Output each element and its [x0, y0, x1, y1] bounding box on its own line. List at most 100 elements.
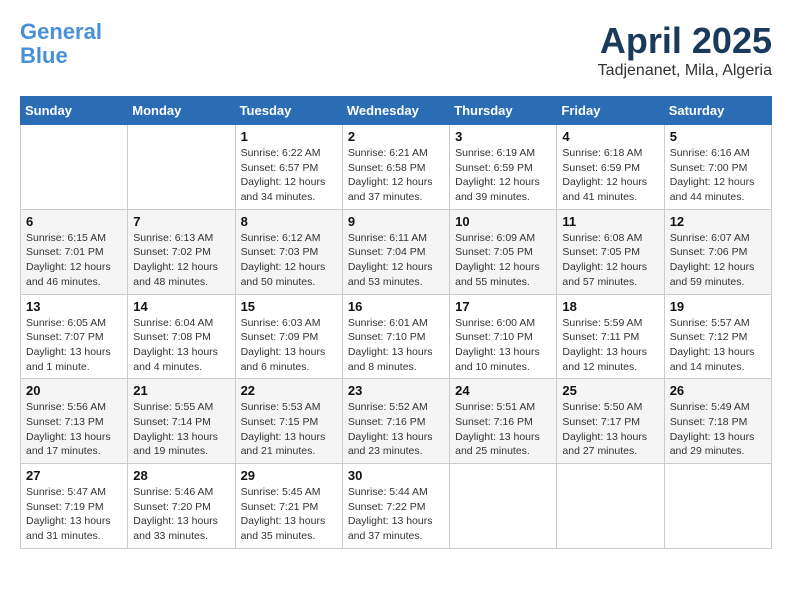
day-detail: Sunrise: 6:18 AMSunset: 6:59 PMDaylight:… — [562, 146, 658, 205]
day-number: 10 — [455, 214, 551, 229]
day-number: 18 — [562, 299, 658, 314]
day-detail: Sunrise: 5:56 AMSunset: 7:13 PMDaylight:… — [26, 400, 122, 459]
day-detail: Sunrise: 6:03 AMSunset: 7:09 PMDaylight:… — [241, 316, 337, 375]
calendar-cell: 21Sunrise: 5:55 AMSunset: 7:14 PMDayligh… — [128, 379, 235, 464]
day-detail: Sunrise: 5:55 AMSunset: 7:14 PMDaylight:… — [133, 400, 229, 459]
day-number: 26 — [670, 383, 766, 398]
calendar-cell: 20 Sunrise: 5:56 AMSunset: 7:13 PMDayligh… — [21, 379, 128, 464]
day-number: 12 — [670, 214, 766, 229]
day-detail: Sunrise: 6:01 AMSunset: 7:10 PMDaylight:… — [348, 316, 444, 375]
calendar-table: SundayMondayTuesdayWednesdayThursdayFrid… — [20, 96, 772, 549]
day-number: 16 — [348, 299, 444, 314]
day-detail: Sunrise: 5:44 AMSunset: 7:22 PMDaylight:… — [348, 485, 444, 544]
day-number: 22 — [241, 383, 337, 398]
day-number: 2 — [348, 129, 444, 144]
day-detail: Sunrise: 6:05 AMSunset: 7:07 PMDaylight:… — [26, 316, 122, 375]
calendar-cell: 17 Sunrise: 6:00 AMSunset: 7:10 PMDayligh… — [450, 294, 557, 379]
day-number: 11 — [562, 214, 658, 229]
day-detail: Sunrise: 5:45 AMSunset: 7:21 PMDaylight:… — [241, 485, 337, 544]
calendar-week-row: 13Sunrise: 6:05 AMSunset: 7:07 PMDayligh… — [21, 294, 772, 379]
day-detail: Sunrise: 6:00 AMSunset: 7:10 PMDaylight:… — [455, 316, 551, 375]
day-number: 20 — [26, 383, 122, 398]
calendar-cell: 24Sunrise: 5:51 AMSunset: 7:16 PMDayligh… — [450, 379, 557, 464]
calendar-cell: 9 Sunrise: 6:11 AMSunset: 7:04 PMDaylight… — [342, 209, 449, 294]
day-number: 8 — [241, 214, 337, 229]
day-detail: Sunrise: 5:47 AMSunset: 7:19 PMDaylight:… — [26, 485, 122, 544]
calendar-cell: 30 Sunrise: 5:44 AMSunset: 7:22 PMDayligh… — [342, 464, 449, 549]
day-detail: Sunrise: 6:16 AMSunset: 7:00 PMDaylight:… — [670, 146, 766, 205]
day-detail: Sunrise: 6:12 AMSunset: 7:03 PMDaylight:… — [241, 231, 337, 290]
day-number: 7 — [133, 214, 229, 229]
day-number: 4 — [562, 129, 658, 144]
day-number: 14 — [133, 299, 229, 314]
calendar-week-row: 6 Sunrise: 6:15 AMSunset: 7:01 PMDaylight… — [21, 209, 772, 294]
calendar-cell: 28 Sunrise: 5:46 AMSunset: 7:20 PMDayligh… — [128, 464, 235, 549]
day-number: 23 — [348, 383, 444, 398]
calendar-cell: 2 Sunrise: 6:21 AMSunset: 6:58 PMDaylight… — [342, 125, 449, 210]
day-number: 5 — [670, 129, 766, 144]
day-detail: Sunrise: 5:59 AMSunset: 7:11 PMDaylight:… — [562, 316, 658, 375]
calendar-cell — [664, 464, 771, 549]
calendar-cell: 29 Sunrise: 5:45 AMSunset: 7:21 PMDayligh… — [235, 464, 342, 549]
day-detail: Sunrise: 6:19 AMSunset: 6:59 PMDaylight:… — [455, 146, 551, 205]
logo-text: General Blue — [20, 20, 102, 68]
day-detail: Sunrise: 6:08 AMSunset: 7:05 PMDaylight:… — [562, 231, 658, 290]
calendar-cell — [450, 464, 557, 549]
day-number: 24 — [455, 383, 551, 398]
day-detail: Sunrise: 5:46 AMSunset: 7:20 PMDaylight:… — [133, 485, 229, 544]
day-number: 30 — [348, 468, 444, 483]
weekday-header-sunday: Sunday — [21, 97, 128, 125]
calendar-cell: 15 Sunrise: 6:03 AMSunset: 7:09 PMDayligh… — [235, 294, 342, 379]
calendar-week-row: 1Sunrise: 6:22 AMSunset: 6:57 PMDaylight… — [21, 125, 772, 210]
weekday-header-row: SundayMondayTuesdayWednesdayThursdayFrid… — [21, 97, 772, 125]
calendar-cell: 27 Sunrise: 5:47 AMSunset: 7:19 PMDayligh… — [21, 464, 128, 549]
calendar-cell: 10 Sunrise: 6:09 AMSunset: 7:05 PMDayligh… — [450, 209, 557, 294]
day-number: 19 — [670, 299, 766, 314]
weekday-header-friday: Friday — [557, 97, 664, 125]
day-detail: Sunrise: 5:50 AMSunset: 7:17 PMDaylight:… — [562, 400, 658, 459]
calendar-cell: 18 Sunrise: 5:59 AMSunset: 7:11 PMDayligh… — [557, 294, 664, 379]
day-number: 9 — [348, 214, 444, 229]
calendar-week-row: 20 Sunrise: 5:56 AMSunset: 7:13 PMDayligh… — [21, 379, 772, 464]
calendar-cell: 7 Sunrise: 6:13 AMSunset: 7:02 PMDaylight… — [128, 209, 235, 294]
logo-general: General — [20, 19, 102, 44]
day-detail: Sunrise: 5:52 AMSunset: 7:16 PMDaylight:… — [348, 400, 444, 459]
day-detail: Sunrise: 6:21 AMSunset: 6:58 PMDaylight:… — [348, 146, 444, 205]
weekday-header-saturday: Saturday — [664, 97, 771, 125]
day-number: 28 — [133, 468, 229, 483]
calendar-cell: 11 Sunrise: 6:08 AMSunset: 7:05 PMDayligh… — [557, 209, 664, 294]
logo: General Blue — [20, 20, 102, 68]
day-number: 29 — [241, 468, 337, 483]
day-detail: Sunrise: 6:07 AMSunset: 7:06 PMDaylight:… — [670, 231, 766, 290]
calendar-cell: 25 Sunrise: 5:50 AMSunset: 7:17 PMDayligh… — [557, 379, 664, 464]
weekday-header-monday: Monday — [128, 97, 235, 125]
calendar-cell: 12 Sunrise: 6:07 AMSunset: 7:06 PMDayligh… — [664, 209, 771, 294]
weekday-header-thursday: Thursday — [450, 97, 557, 125]
day-detail: Sunrise: 6:09 AMSunset: 7:05 PMDaylight:… — [455, 231, 551, 290]
calendar-cell: 8 Sunrise: 6:12 AMSunset: 7:03 PMDaylight… — [235, 209, 342, 294]
day-number: 27 — [26, 468, 122, 483]
calendar-cell — [128, 125, 235, 210]
day-detail: Sunrise: 6:15 AMSunset: 7:01 PMDaylight:… — [26, 231, 122, 290]
calendar-cell: 1Sunrise: 6:22 AMSunset: 6:57 PMDaylight… — [235, 125, 342, 210]
day-detail: Sunrise: 6:13 AMSunset: 7:02 PMDaylight:… — [133, 231, 229, 290]
day-number: 3 — [455, 129, 551, 144]
calendar-cell: 19 Sunrise: 5:57 AMSunset: 7:12 PMDayligh… — [664, 294, 771, 379]
calendar-cell — [557, 464, 664, 549]
day-number: 25 — [562, 383, 658, 398]
calendar-cell: 14Sunrise: 6:04 AMSunset: 7:08 PMDayligh… — [128, 294, 235, 379]
weekday-header-wednesday: Wednesday — [342, 97, 449, 125]
calendar-cell: 3 Sunrise: 6:19 AMSunset: 6:59 PMDaylight… — [450, 125, 557, 210]
day-number: 15 — [241, 299, 337, 314]
day-number: 17 — [455, 299, 551, 314]
title-block: April 2025 Tadjenanet, Mila, Algeria — [598, 20, 772, 80]
calendar-cell: 16 Sunrise: 6:01 AMSunset: 7:10 PMDayligh… — [342, 294, 449, 379]
calendar-cell: 4 Sunrise: 6:18 AMSunset: 6:59 PMDaylight… — [557, 125, 664, 210]
month-title: April 2025 — [598, 20, 772, 62]
day-detail: Sunrise: 5:57 AMSunset: 7:12 PMDaylight:… — [670, 316, 766, 375]
day-number: 6 — [26, 214, 122, 229]
page-header: General Blue April 2025 Tadjenanet, Mila… — [20, 20, 772, 80]
day-detail: Sunrise: 6:22 AMSunset: 6:57 PMDaylight:… — [241, 146, 337, 205]
day-detail: Sunrise: 6:11 AMSunset: 7:04 PMDaylight:… — [348, 231, 444, 290]
calendar-week-row: 27 Sunrise: 5:47 AMSunset: 7:19 PMDayligh… — [21, 464, 772, 549]
